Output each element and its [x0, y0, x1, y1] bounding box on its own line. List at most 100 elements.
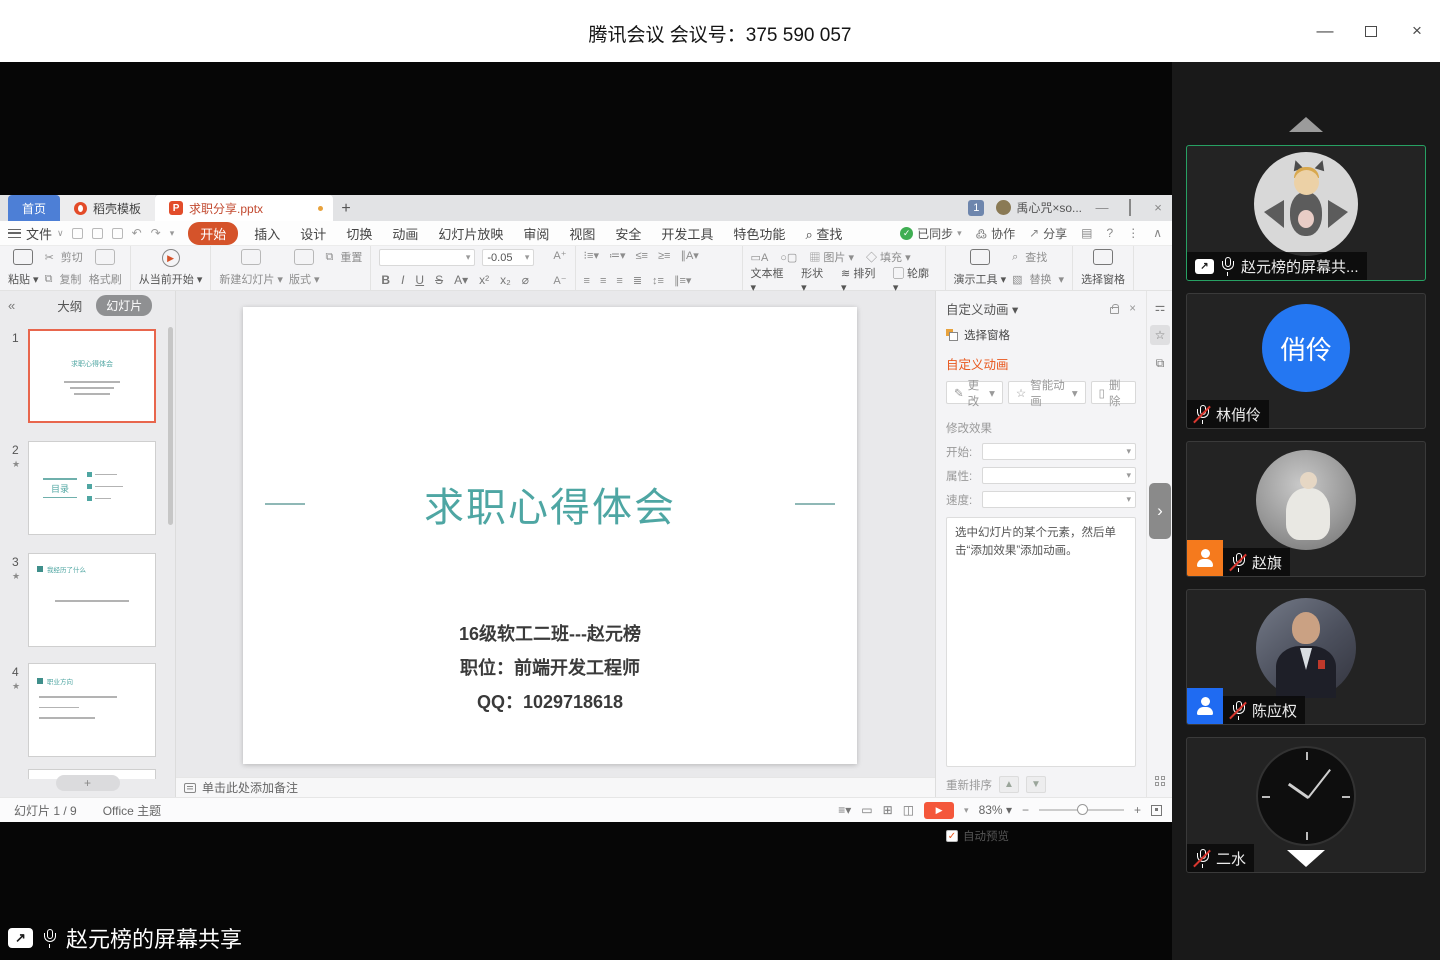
new-slide-button[interactable]: 新建幻灯片 ▾: [219, 249, 283, 287]
doc-count-badge[interactable]: 1: [968, 200, 984, 216]
text-direction-icon[interactable]: ∥A▾: [680, 249, 698, 262]
animation-list[interactable]: 选中幻灯片的某个元素，然后单击“添加效果”添加动画。: [946, 517, 1136, 767]
menu-security[interactable]: 安全: [605, 224, 651, 243]
animation-pane-icon[interactable]: ☆: [1150, 325, 1170, 345]
font-size-combo[interactable]: -0.05▾: [482, 249, 534, 266]
pin-icon[interactable]: [1110, 307, 1119, 314]
slide-thumb-1[interactable]: 求职心得体会: [28, 329, 156, 423]
tab-home[interactable]: 首页: [8, 195, 60, 221]
slide-thumb-2[interactable]: 目录: [28, 441, 156, 535]
collapse-panel-icon[interactable]: «: [8, 298, 15, 313]
wps-restore-icon[interactable]: [1122, 200, 1138, 215]
decrease-font-button[interactable]: A⁻: [553, 274, 566, 287]
font-color-button[interactable]: A▾: [452, 273, 470, 287]
numbering-icon[interactable]: ≔▾: [609, 249, 626, 262]
smart-animation-button[interactable]: ☆ 智能动画 ▾: [1008, 381, 1086, 404]
line-spacing-icon[interactable]: ↕≡: [652, 275, 664, 287]
format-painter-button[interactable]: 格式刷: [89, 249, 122, 287]
tab-docer[interactable]: 稻壳模板: [60, 195, 155, 221]
thumbnail-scrollbar[interactable]: [168, 327, 173, 525]
close-icon[interactable]: ×: [1408, 22, 1426, 40]
picture-button[interactable]: ▦ 图片 ▾: [809, 249, 854, 265]
save-icon[interactable]: [72, 228, 83, 239]
new-tab-button[interactable]: +: [333, 197, 359, 221]
maximize-icon[interactable]: [1362, 22, 1380, 40]
delete-button[interactable]: ▯ 删除: [1091, 381, 1136, 404]
menu-features[interactable]: 特色功能: [723, 224, 795, 243]
fill-button[interactable]: ◇ 填充 ▾: [866, 249, 911, 265]
select-pane-button[interactable]: 选择窗格: [946, 327, 1136, 343]
menu-animation[interactable]: 动画: [382, 224, 428, 243]
font-name-combo[interactable]: ▾: [379, 249, 475, 266]
wps-minimize-icon[interactable]: —: [1094, 200, 1110, 215]
menu-devtools[interactable]: 开发工具: [651, 224, 723, 243]
preview-icon[interactable]: [112, 228, 123, 239]
sync-status[interactable]: ✓ 已同步 ▾: [900, 225, 962, 242]
app-grid-icon[interactable]: [1150, 771, 1170, 791]
play-from-current-button[interactable]: ▶ 从当前开始 ▾: [139, 249, 203, 287]
theme-name[interactable]: Office 主题: [103, 802, 161, 819]
property-combo[interactable]: ▾: [982, 467, 1136, 484]
clear-format-button[interactable]: ⌀: [520, 273, 531, 287]
notes-bar[interactable]: 单击此处添加备注: [176, 777, 935, 797]
menu-review[interactable]: 审阅: [513, 224, 559, 243]
menu-transition[interactable]: 切换: [336, 224, 382, 243]
add-slide-button[interactable]: +: [56, 775, 120, 791]
scroll-down-icon[interactable]: [1287, 850, 1325, 867]
properties-pane-icon[interactable]: ⚎: [1150, 297, 1170, 317]
slide-thumb-4[interactable]: 职业方向: [28, 663, 156, 757]
zoom-slider[interactable]: [1039, 809, 1124, 811]
menu-design[interactable]: 设计: [290, 224, 336, 243]
participant-tile[interactable]: 陈应权: [1186, 589, 1426, 725]
align-right-icon[interactable]: ≡: [616, 275, 622, 287]
collab-button[interactable]: ߷ 协作: [976, 225, 1015, 242]
notes-panel-icon[interactable]: ▤: [1081, 226, 1092, 240]
redo-icon[interactable]: ↷: [151, 226, 161, 240]
slide-sorter-icon[interactable]: ⊞: [883, 803, 893, 817]
cut-button[interactable]: ✂ 剪切: [45, 249, 83, 265]
share-button[interactable]: ↗ 分享: [1029, 225, 1067, 242]
reset-button[interactable]: ⧉ 重置: [326, 249, 363, 265]
columns-icon[interactable]: ∥≡▾: [674, 274, 691, 287]
close-panel-icon[interactable]: ×: [1129, 303, 1136, 315]
strikethrough-button[interactable]: S: [433, 273, 445, 287]
underline-button[interactable]: U: [413, 273, 426, 287]
collapse-ribbon-icon[interactable]: ∧: [1153, 226, 1162, 240]
indent-icon[interactable]: ≥≡: [658, 250, 670, 262]
print-icon[interactable]: [92, 228, 103, 239]
subscript-button[interactable]: x₂: [498, 273, 513, 287]
bold-button[interactable]: B: [379, 273, 392, 287]
shape-button[interactable]: 形状 ▾: [801, 265, 831, 294]
zoom-level[interactable]: 83% ▾: [979, 803, 1012, 817]
participant-tile[interactable]: 赵旗: [1186, 441, 1426, 577]
slide-body[interactable]: 16级软工二班---赵元榜 职位：前端开发工程师 QQ：1029718618: [243, 617, 857, 719]
menu-find[interactable]: ⌕ 查找: [795, 224, 852, 243]
align-left-icon[interactable]: ≡: [584, 275, 590, 287]
replace-button[interactable]: ▧ 替换 ▾: [1012, 271, 1064, 287]
notes-toggle-icon[interactable]: ≡▾: [838, 803, 851, 817]
slide-title[interactable]: 求职心得体会: [243, 475, 857, 533]
participant-tile[interactable]: 俏伶 林俏伶: [1186, 293, 1426, 429]
expand-pane-button[interactable]: ›: [1149, 483, 1171, 539]
normal-view-icon[interactable]: ▭: [861, 803, 872, 817]
change-button[interactable]: ✎ 更改 ▾: [946, 381, 1003, 404]
bullets-icon[interactable]: ⁝≡▾: [584, 249, 599, 262]
superscript-button[interactable]: x²: [477, 273, 491, 287]
undo-icon[interactable]: ↶: [132, 226, 142, 240]
transition-pane-icon[interactable]: ⧉: [1150, 353, 1170, 373]
menu-start[interactable]: 开始: [188, 222, 238, 245]
account-widget[interactable]: 禹心咒×so...: [996, 199, 1082, 216]
scroll-up-icon[interactable]: [1289, 117, 1323, 132]
reading-view-icon[interactable]: ◫: [903, 803, 914, 817]
align-center-icon[interactable]: ≡: [600, 275, 606, 287]
italic-button[interactable]: I: [399, 273, 406, 287]
menu-view[interactable]: 视图: [559, 224, 605, 243]
start-combo[interactable]: ▾: [982, 443, 1136, 460]
slideshow-button[interactable]: ▶: [924, 802, 954, 819]
auto-preview-toggle[interactable]: ✓ 自动预览: [946, 828, 1136, 844]
arrange-button[interactable]: ≋ 排列 ▾: [841, 265, 883, 294]
present-tools-button[interactable]: 演示工具 ▾: [954, 249, 1007, 287]
current-slide[interactable]: 求职心得体会 16级软工二班---赵元榜 职位：前端开发工程师 QQ：10297…: [243, 307, 857, 764]
slideshow-options-icon[interactable]: ▾: [964, 805, 969, 816]
selection-pane-button[interactable]: 选择窗格: [1081, 249, 1125, 287]
